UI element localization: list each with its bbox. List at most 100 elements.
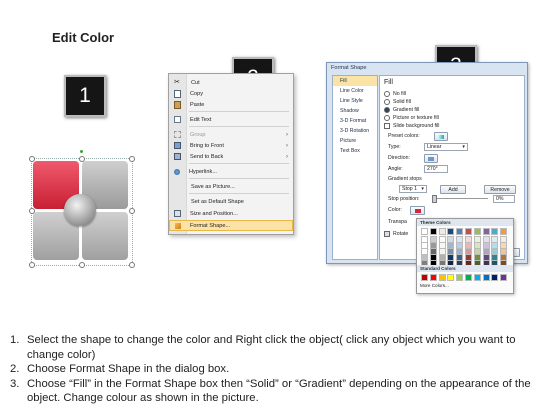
standard-color-swatch[interactable] <box>438 274 446 281</box>
submenu-arrow-icon: › <box>286 142 288 149</box>
preset-colors-label: Preset colors: <box>388 133 420 139</box>
bring-front-icon <box>174 142 181 149</box>
direction-label: Direction: <box>388 155 410 161</box>
chevron-down-icon: ▾ <box>421 186 424 192</box>
fill-option-no-fill[interactable]: No fill <box>384 91 406 97</box>
standard-color-swatch[interactable] <box>500 274 508 281</box>
theme-color-swatch[interactable] <box>429 228 437 235</box>
slider-thumb[interactable] <box>432 195 437 203</box>
menu-item-paste[interactable]: Paste <box>169 99 293 110</box>
transparency-label: Transpa <box>388 219 407 225</box>
page-title: Edit Color <box>52 30 115 45</box>
more-colors-link[interactable]: More Colors... <box>420 283 449 288</box>
hyperlink-icon <box>174 168 180 175</box>
fill-option-solid[interactable]: Solid fill <box>384 99 411 105</box>
chevron-down-icon: ▾ <box>462 144 465 150</box>
center-circle-shape[interactable] <box>64 194 96 226</box>
menu-separator <box>189 193 289 194</box>
size-icon <box>174 210 181 217</box>
category-3d-format[interactable]: 3-D Format <box>333 116 377 126</box>
standard-colors-heading: Standard Colors <box>417 265 513 272</box>
resize-handle[interactable] <box>79 262 85 268</box>
add-stop-button[interactable]: Add <box>440 185 466 194</box>
fill-option-gradient[interactable]: Gradient fill <box>384 107 419 113</box>
standard-color-swatch[interactable] <box>473 274 481 281</box>
format-shape-icon <box>175 222 181 229</box>
submenu-arrow-icon: › <box>286 131 288 138</box>
menu-separator <box>189 126 289 127</box>
menu-separator <box>189 163 289 164</box>
resize-handle[interactable] <box>129 262 135 268</box>
remove-stop-button[interactable]: Remove <box>484 185 516 194</box>
theme-color-swatch[interactable] <box>500 228 508 235</box>
stop-position-slider[interactable] <box>432 198 488 199</box>
menu-item-format-shape[interactable]: Format Shape... <box>169 220 293 231</box>
menu-separator <box>189 111 289 112</box>
theme-color-swatch[interactable] <box>456 228 464 235</box>
gradient-stops-label: Gradient stops <box>388 176 422 182</box>
stop-select[interactable]: Stop 1 ▾ <box>399 185 427 193</box>
menu-item-send-to-back[interactable]: Send to Back › <box>169 151 293 162</box>
category-shadow[interactable]: Shadow <box>333 106 377 116</box>
resize-handle[interactable] <box>129 208 135 214</box>
menu-item-cut[interactable]: ✂ Cut <box>169 77 293 88</box>
type-select[interactable]: Linear ▾ <box>424 143 468 151</box>
theme-color-swatch[interactable] <box>482 228 490 235</box>
standard-color-swatch[interactable] <box>482 274 490 281</box>
category-line-style[interactable]: Line Style <box>333 96 377 106</box>
instruction-item: 1. Select the shape to change the color a… <box>10 334 516 361</box>
menu-item-save-as-picture[interactable]: Save as Picture... <box>169 181 293 192</box>
group-icon <box>174 131 181 138</box>
category-line-color[interactable]: Line Color <box>333 86 377 96</box>
scissors-icon: ✂ <box>174 79 180 86</box>
angle-input[interactable]: 270° <box>424 165 448 173</box>
category-list: Fill Line Color Line Style Shadow 3-D Fo… <box>332 75 378 260</box>
stop-position-input[interactable]: 0% <box>493 195 515 203</box>
direction-icon <box>428 156 434 161</box>
copy-icon <box>174 89 181 98</box>
menu-item-size-position[interactable]: Size and Position... <box>169 208 293 219</box>
fill-option-picture[interactable]: Picture or texture fill <box>384 115 439 121</box>
standard-color-swatch[interactable] <box>456 274 464 281</box>
theme-color-swatch[interactable] <box>421 228 428 235</box>
theme-color-swatch[interactable] <box>473 228 481 235</box>
step-1-badge: 1 <box>64 75 106 117</box>
standard-color-swatch[interactable] <box>465 274 472 281</box>
category-picture[interactable]: Picture <box>333 136 377 146</box>
menu-item-set-default-shape[interactable]: Set as Default Shape <box>169 196 293 207</box>
direction-dropdown[interactable] <box>424 154 438 163</box>
menu-item-bring-to-front[interactable]: Bring to Front › <box>169 140 293 151</box>
resize-handle[interactable] <box>129 156 135 162</box>
category-3d-rotation[interactable]: 3-D Rotation <box>333 126 377 136</box>
stop-position-label: Stop position: <box>388 196 420 202</box>
theme-color-swatch[interactable] <box>491 228 499 235</box>
rotate-with-shape-checkbox[interactable]: Rotate <box>384 231 408 237</box>
color-swatch-icon <box>414 208 421 213</box>
gradient-preview-icon <box>438 134 444 139</box>
resize-handle[interactable] <box>29 262 35 268</box>
standard-color-swatch[interactable] <box>429 274 437 281</box>
menu-item-hyperlink[interactable]: Hyperlink... <box>169 166 293 177</box>
theme-color-swatch[interactable] <box>438 228 446 235</box>
fill-option-slide-background[interactable]: Slide background fill <box>384 123 439 129</box>
category-fill[interactable]: Fill <box>333 76 377 86</box>
category-text-box[interactable]: Text Box <box>333 146 377 156</box>
color-picker-button[interactable] <box>410 206 425 215</box>
standard-color-swatch[interactable] <box>491 274 499 281</box>
menu-item-group[interactable]: Group › <box>169 129 293 140</box>
preset-colors-dropdown[interactable] <box>434 132 448 141</box>
theme-color-swatch[interactable] <box>447 228 455 235</box>
paste-icon <box>174 100 181 109</box>
instruction-item: 2. Choose Format Shape in the dialog box. <box>10 363 230 375</box>
type-label: Type: <box>388 144 401 150</box>
instruction-item: 3. Choose “Fill” in the Format Shape box … <box>10 377 531 405</box>
rotation-handle[interactable] <box>80 150 83 153</box>
menu-item-edit-text[interactable]: Edit Text <box>169 114 293 125</box>
standard-color-swatch[interactable] <box>447 274 455 281</box>
menu-item-copy[interactable]: Copy <box>169 88 293 99</box>
theme-color-swatch[interactable] <box>465 228 472 235</box>
instructions-list: 1. Select the shape to change the color a… <box>10 333 555 406</box>
theme-colors-heading: Theme Colors <box>417 219 513 226</box>
standard-color-swatch[interactable] <box>421 274 428 281</box>
context-menu: ✂ Cut Copy Paste Edit Text Group › Bring… <box>168 73 294 235</box>
